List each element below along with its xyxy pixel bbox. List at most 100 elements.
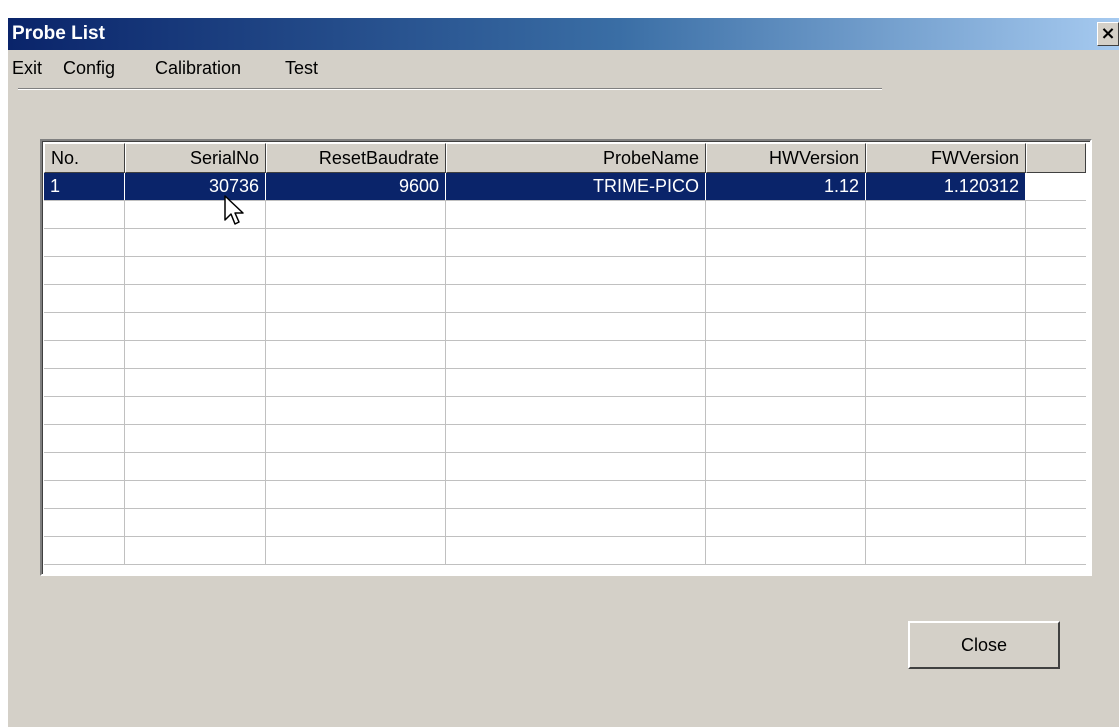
empty-table-row[interactable] [44,537,1086,565]
empty-cell[interactable] [266,425,446,452]
empty-cell[interactable] [706,397,866,424]
empty-cell[interactable] [44,537,125,564]
empty-cell[interactable] [706,537,866,564]
empty-cell[interactable] [1026,509,1086,536]
empty-cell[interactable] [866,509,1026,536]
empty-cell[interactable] [446,257,706,284]
empty-cell[interactable] [44,201,125,228]
empty-cell[interactable] [1026,537,1086,564]
menu-test[interactable]: Test [285,58,318,79]
empty-table-row[interactable] [44,257,1086,285]
empty-cell[interactable] [866,229,1026,256]
empty-cell[interactable] [866,453,1026,480]
empty-cell[interactable] [706,509,866,536]
empty-cell[interactable] [706,453,866,480]
empty-cell[interactable] [446,537,706,564]
empty-cell[interactable] [44,397,125,424]
empty-cell[interactable] [866,537,1026,564]
empty-cell[interactable] [866,341,1026,368]
column-header-probename[interactable]: ProbeName [446,143,706,173]
empty-cell[interactable] [266,509,446,536]
empty-cell[interactable] [1026,285,1086,312]
empty-cell[interactable] [866,285,1026,312]
empty-cell[interactable] [125,257,266,284]
column-header-no[interactable]: No. [44,143,125,173]
empty-cell[interactable] [1026,229,1086,256]
empty-cell[interactable] [1026,453,1086,480]
empty-cell[interactable] [266,453,446,480]
empty-cell[interactable] [446,341,706,368]
empty-cell[interactable] [266,341,446,368]
empty-cell[interactable] [446,369,706,396]
empty-cell[interactable] [266,201,446,228]
empty-cell[interactable] [266,257,446,284]
empty-cell[interactable] [125,453,266,480]
cell-resetbaudrate[interactable]: 9600 [266,173,446,200]
empty-cell[interactable] [1026,397,1086,424]
empty-table-row[interactable] [44,453,1086,481]
empty-cell[interactable] [706,425,866,452]
empty-cell[interactable] [866,369,1026,396]
close-window-button[interactable]: × [1097,22,1119,46]
probe-grid[interactable]: No. SerialNo ResetBaudrate ProbeName HWV… [40,139,1092,576]
empty-cell[interactable] [125,285,266,312]
menu-config[interactable]: Config [63,58,115,79]
empty-table-row[interactable] [44,229,1086,257]
empty-cell[interactable] [446,481,706,508]
empty-cell[interactable] [1026,341,1086,368]
empty-cell[interactable] [44,509,125,536]
empty-cell[interactable] [44,481,125,508]
empty-cell[interactable] [706,341,866,368]
empty-cell[interactable] [125,313,266,340]
empty-cell[interactable] [1026,313,1086,340]
empty-cell[interactable] [446,425,706,452]
cell-probename[interactable]: TRIME-PICO [446,173,706,200]
empty-cell[interactable] [446,313,706,340]
empty-cell[interactable] [866,397,1026,424]
empty-cell[interactable] [44,285,125,312]
cell-fwversion[interactable]: 1.120312 [866,173,1026,200]
empty-table-row[interactable] [44,481,1086,509]
empty-table-row[interactable] [44,201,1086,229]
empty-cell[interactable] [125,509,266,536]
empty-cell[interactable] [446,201,706,228]
empty-cell[interactable] [706,229,866,256]
empty-cell[interactable] [266,481,446,508]
empty-table-row[interactable] [44,285,1086,313]
empty-cell[interactable] [44,453,125,480]
table-row[interactable]: 1 30736 9600 TRIME-PICO 1.12 1.120312 [44,173,1086,201]
empty-cell[interactable] [266,369,446,396]
column-header-fwversion[interactable]: FWVersion [866,143,1026,173]
empty-table-row[interactable] [44,369,1086,397]
empty-cell[interactable] [1026,257,1086,284]
empty-table-row[interactable] [44,397,1086,425]
empty-cell[interactable] [125,341,266,368]
empty-cell[interactable] [1026,201,1086,228]
empty-cell[interactable] [44,257,125,284]
empty-cell[interactable] [266,537,446,564]
empty-cell[interactable] [866,481,1026,508]
empty-cell[interactable] [866,201,1026,228]
empty-cell[interactable] [866,313,1026,340]
empty-cell[interactable] [125,229,266,256]
close-button[interactable]: Close [908,621,1060,669]
empty-cell[interactable] [266,285,446,312]
empty-cell[interactable] [866,257,1026,284]
empty-cell[interactable] [125,369,266,396]
column-header-resetbaudrate[interactable]: ResetBaudrate [266,143,446,173]
empty-table-row[interactable] [44,425,1086,453]
empty-cell[interactable] [1026,425,1086,452]
empty-table-row[interactable] [44,509,1086,537]
cell-no[interactable]: 1 [44,173,125,200]
empty-cell[interactable] [44,313,125,340]
empty-cell[interactable] [1026,481,1086,508]
empty-cell[interactable] [266,229,446,256]
empty-cell[interactable] [706,285,866,312]
empty-cell[interactable] [125,425,266,452]
empty-cell[interactable] [446,397,706,424]
empty-cell[interactable] [125,537,266,564]
empty-cell[interactable] [44,229,125,256]
empty-cell[interactable] [44,369,125,396]
menu-exit[interactable]: Exit [12,58,42,79]
cell-hwversion[interactable]: 1.12 [706,173,866,200]
